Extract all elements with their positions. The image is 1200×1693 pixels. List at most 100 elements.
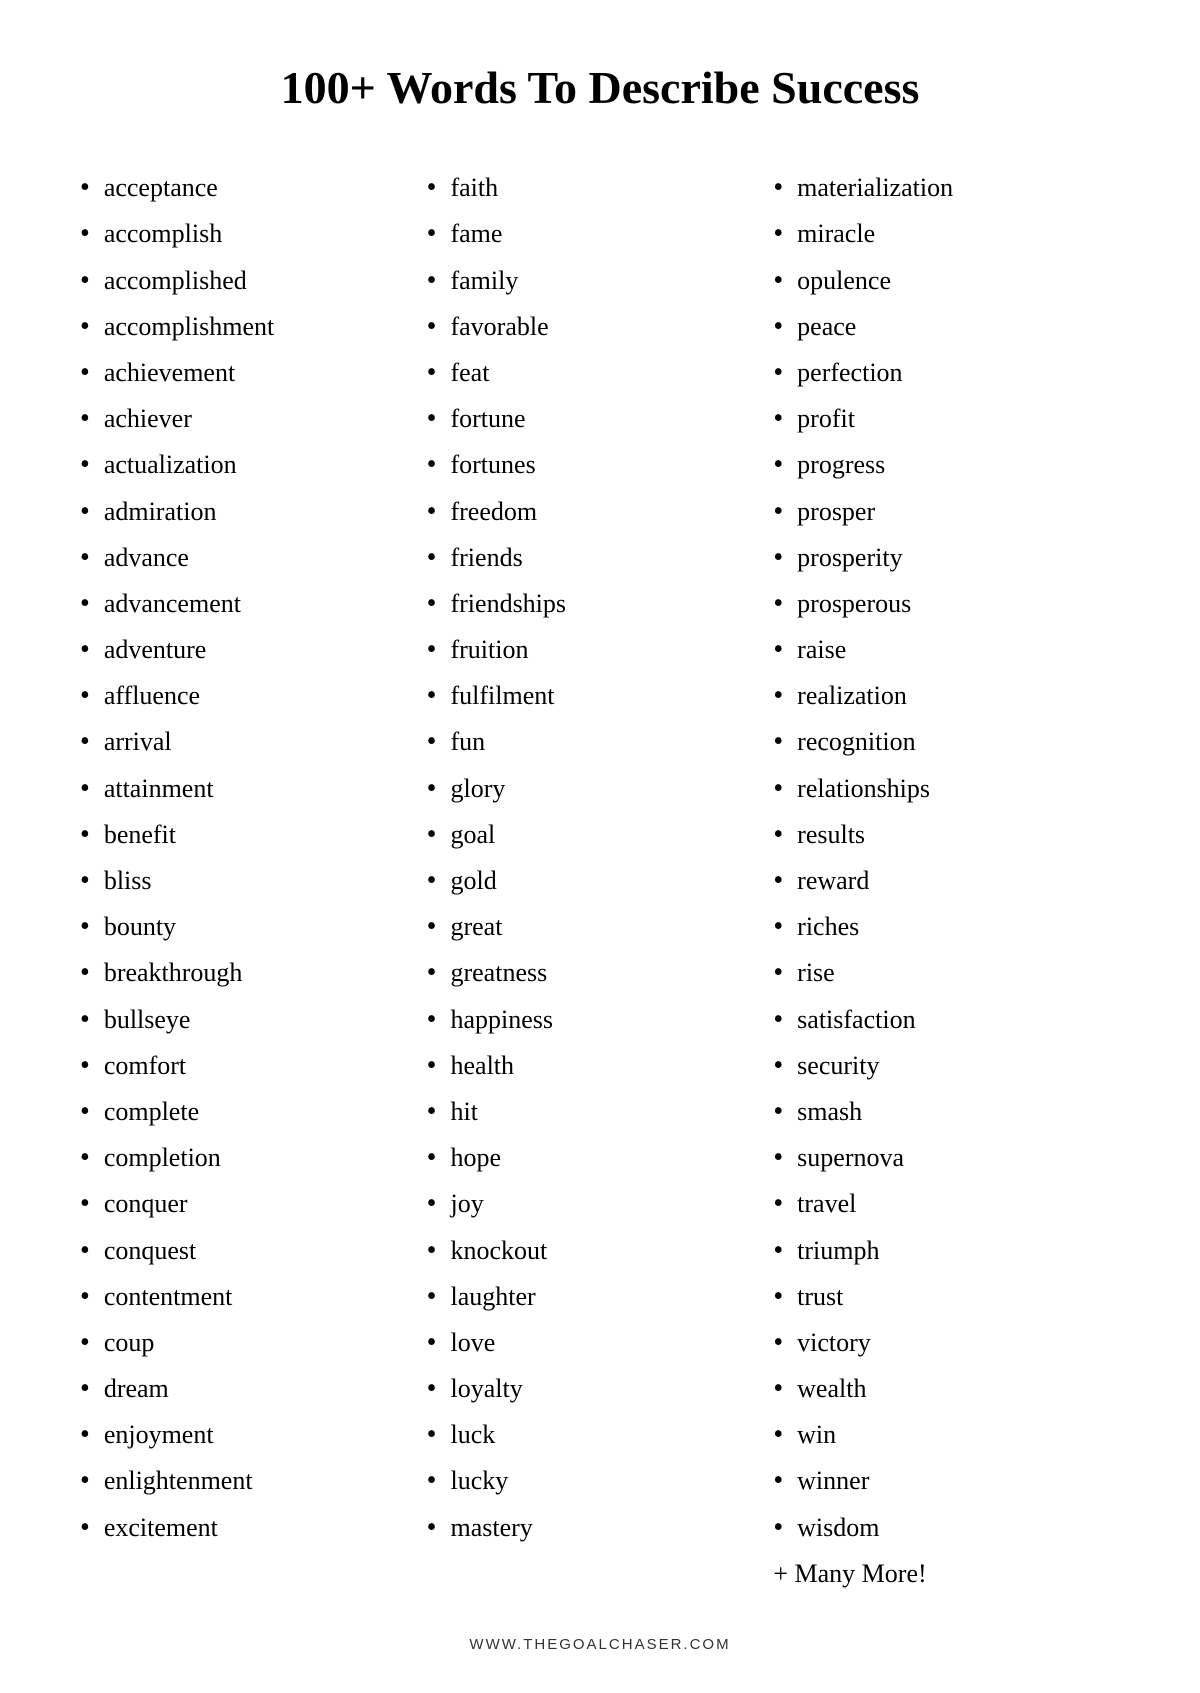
list-item: advance [80, 535, 427, 581]
list-item: joy [427, 1181, 774, 1227]
footer-url: WWW.THEGOALCHASER.COM [80, 1636, 1120, 1653]
list-item: goal [427, 812, 774, 858]
many-more-label: + Many More! [773, 1553, 1120, 1596]
list-item: results [773, 812, 1120, 858]
list-item: riches [773, 904, 1120, 950]
list-item: excitement [80, 1505, 427, 1551]
list-item: completion [80, 1135, 427, 1181]
list-item: realization [773, 673, 1120, 719]
list-item: materialization [773, 165, 1120, 211]
list-item: adventure [80, 627, 427, 673]
list-item: loyalty [427, 1366, 774, 1412]
list-item: reward [773, 858, 1120, 904]
list-item: mastery [427, 1505, 774, 1551]
list-item: favorable [427, 304, 774, 350]
list-item: smash [773, 1089, 1120, 1135]
list-item: acceptance [80, 165, 427, 211]
list-item: achiever [80, 396, 427, 442]
list-item: greatness [427, 950, 774, 996]
list-item: complete [80, 1089, 427, 1135]
list-item: trust [773, 1274, 1120, 1320]
list-item: hope [427, 1135, 774, 1181]
list-item: contentment [80, 1274, 427, 1320]
list-item: admiration [80, 489, 427, 535]
list-item: great [427, 904, 774, 950]
list-item: health [427, 1043, 774, 1089]
list-item: wisdom [773, 1505, 1120, 1551]
list-item: progress [773, 442, 1120, 488]
list-item: knockout [427, 1228, 774, 1274]
word-list-2: faithfamefamilyfavorablefeatfortunefortu… [427, 165, 774, 1551]
list-item: recognition [773, 719, 1120, 765]
column-3: materializationmiracleopulencepeaceperfe… [773, 165, 1120, 1596]
list-item: arrival [80, 719, 427, 765]
list-item: accomplished [80, 258, 427, 304]
list-item: family [427, 258, 774, 304]
list-item: rise [773, 950, 1120, 996]
list-item: advancement [80, 581, 427, 627]
list-item: miracle [773, 211, 1120, 257]
list-item: profit [773, 396, 1120, 442]
list-item: raise [773, 627, 1120, 673]
list-item: laughter [427, 1274, 774, 1320]
list-item: luck [427, 1412, 774, 1458]
list-item: achievement [80, 350, 427, 396]
list-item: enlightenment [80, 1458, 427, 1504]
list-item: affluence [80, 673, 427, 719]
list-item: supernova [773, 1135, 1120, 1181]
list-item: peace [773, 304, 1120, 350]
list-item: accomplishment [80, 304, 427, 350]
list-item: fruition [427, 627, 774, 673]
list-item: benefit [80, 812, 427, 858]
list-item: coup [80, 1320, 427, 1366]
list-item: win [773, 1412, 1120, 1458]
column-1: acceptanceaccomplishaccomplishedaccompli… [80, 165, 427, 1551]
list-item: wealth [773, 1366, 1120, 1412]
list-item: victory [773, 1320, 1120, 1366]
list-item: friends [427, 535, 774, 581]
list-item: breakthrough [80, 950, 427, 996]
list-item: fulfilment [427, 673, 774, 719]
list-item: fortunes [427, 442, 774, 488]
list-item: feat [427, 350, 774, 396]
list-item: faith [427, 165, 774, 211]
list-item: gold [427, 858, 774, 904]
list-item: prosperous [773, 581, 1120, 627]
list-item: prosperity [773, 535, 1120, 581]
list-item: lucky [427, 1458, 774, 1504]
list-item: accomplish [80, 211, 427, 257]
list-item: fun [427, 719, 774, 765]
list-item: bounty [80, 904, 427, 950]
list-item: bullseye [80, 997, 427, 1043]
list-item: enjoyment [80, 1412, 427, 1458]
list-item: freedom [427, 489, 774, 535]
word-list-1: acceptanceaccomplishaccomplishedaccompli… [80, 165, 427, 1551]
list-item: conquer [80, 1181, 427, 1227]
list-item: fame [427, 211, 774, 257]
list-item: triumph [773, 1228, 1120, 1274]
page-title: 100+ Words To Describe Success [281, 60, 920, 115]
list-item: actualization [80, 442, 427, 488]
list-item: attainment [80, 766, 427, 812]
list-item: relationships [773, 766, 1120, 812]
content-area: acceptanceaccomplishaccomplishedaccompli… [80, 165, 1120, 1596]
list-item: winner [773, 1458, 1120, 1504]
list-item: glory [427, 766, 774, 812]
list-item: dream [80, 1366, 427, 1412]
list-item: prosper [773, 489, 1120, 535]
list-item: travel [773, 1181, 1120, 1227]
list-item: security [773, 1043, 1120, 1089]
list-item: opulence [773, 258, 1120, 304]
list-item: comfort [80, 1043, 427, 1089]
list-item: love [427, 1320, 774, 1366]
list-item: friendships [427, 581, 774, 627]
column-2: faithfamefamilyfavorablefeatfortunefortu… [427, 165, 774, 1551]
list-item: hit [427, 1089, 774, 1135]
list-item: conquest [80, 1228, 427, 1274]
list-item: happiness [427, 997, 774, 1043]
word-list-3: materializationmiracleopulencepeaceperfe… [773, 165, 1120, 1551]
list-item: fortune [427, 396, 774, 442]
list-item: satisfaction [773, 997, 1120, 1043]
list-item: bliss [80, 858, 427, 904]
list-item: perfection [773, 350, 1120, 396]
